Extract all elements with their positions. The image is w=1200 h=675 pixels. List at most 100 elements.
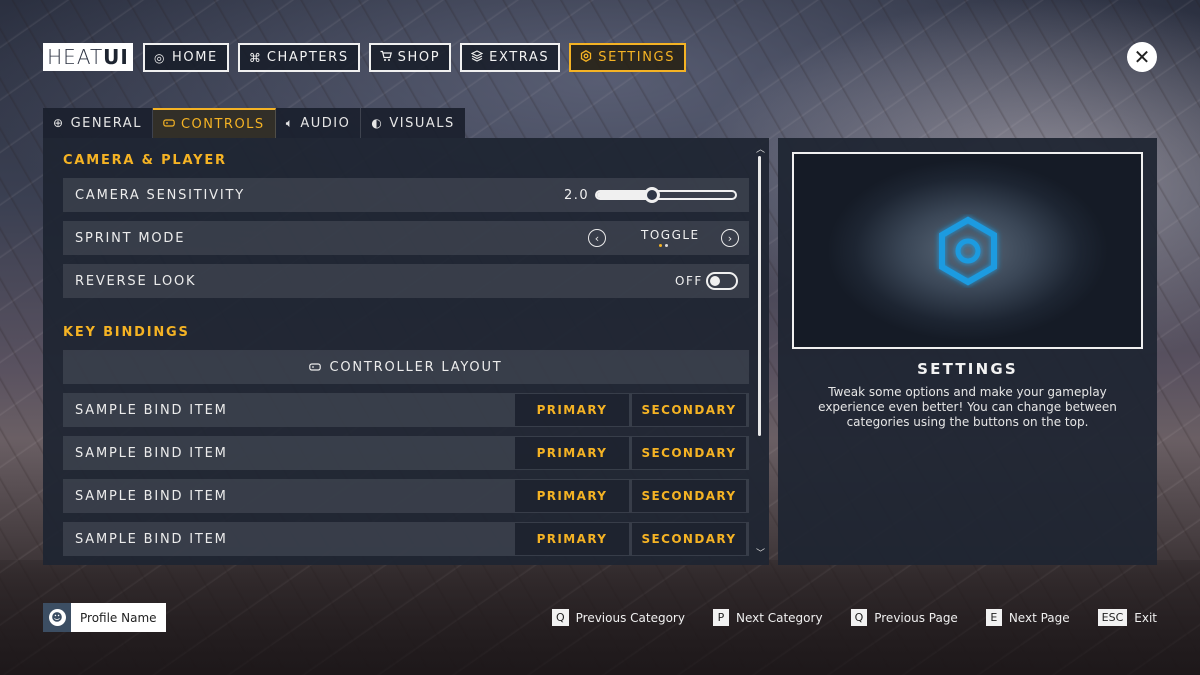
profile-name: Profile Name — [71, 603, 166, 632]
nav-chapters-label: CHAPTERS — [266, 50, 349, 65]
avatar: ☻ — [43, 603, 71, 632]
bind-item-label: SAMPLE BIND ITEM — [75, 445, 228, 461]
logo-text-ui: UI — [103, 45, 129, 69]
nav-home-button[interactable]: ◎ HOME — [143, 43, 229, 72]
top-nav: ◎ HOME ⌘ CHAPTERS SHOP EXTRAS SETTINGS — [143, 43, 687, 72]
key-badge: Q — [551, 609, 569, 626]
section-title-bindings: KEY BINDINGS — [63, 325, 190, 340]
bind-primary-button[interactable]: PRIMARY — [515, 437, 629, 469]
sprint-next-button[interactable]: › — [721, 229, 739, 247]
bind-item-label: SAMPLE BIND ITEM — [75, 531, 228, 547]
chevron-down-icon[interactable]: ﹀ — [756, 546, 765, 559]
smiley-icon: ☻ — [48, 609, 66, 626]
bind-secondary-button[interactable]: SECONDARY — [632, 523, 746, 555]
setting-row-camera-sensitivity: CAMERA SENSITIVITY 2.0 — [63, 178, 749, 212]
nav-extras-button[interactable]: EXTRAS — [460, 43, 561, 72]
hint-label: Previous Category — [575, 610, 685, 625]
chevron-right-icon: › — [727, 231, 733, 245]
reverse-look-label: REVERSE LOOK — [75, 273, 197, 289]
bind-secondary-button[interactable]: SECONDARY — [632, 394, 746, 426]
bind-primary-button[interactable]: PRIMARY — [515, 394, 629, 426]
camera-sensitivity-label: CAMERA SENSITIVITY — [75, 187, 245, 203]
slider-handle[interactable] — [644, 187, 661, 203]
controller-icon — [163, 117, 175, 131]
scrollbar-thumb[interactable] — [758, 156, 761, 436]
bind-row: SAMPLE BIND ITEM PRIMARY SECONDARY — [63, 436, 749, 470]
logo-text-heat: HEAT — [47, 45, 104, 69]
hint-label: Next Page — [1008, 610, 1070, 625]
bind-row: SAMPLE BIND ITEM PRIMARY SECONDARY — [63, 393, 749, 427]
tab-controls-label: CONTROLS — [180, 116, 265, 132]
hint-label: Previous Page — [874, 610, 958, 625]
setting-row-sprint-mode: SPRINT MODE ‹ TOGGLE › — [63, 221, 749, 255]
sprint-prev-button[interactable]: ‹ — [588, 229, 606, 247]
panel-scrollbar[interactable]: ︿ ﹀ — [756, 145, 765, 560]
home-icon: ◎ — [154, 50, 167, 65]
reverse-look-value: OFF — [675, 274, 703, 288]
profile-badge[interactable]: ☻ Profile Name — [43, 603, 166, 632]
tab-general-label: GENERAL — [70, 115, 142, 131]
tab-audio-label: AUDIO — [300, 115, 351, 131]
tab-visuals[interactable]: ◐ VISUALS — [361, 108, 464, 138]
tab-general[interactable]: ⊕ GENERAL — [43, 108, 153, 138]
info-panel: SETTINGS Tweak some options and make you… — [778, 138, 1157, 565]
controller-layout-label-wrap: CONTROLLER LAYOUT — [309, 360, 502, 375]
input-hints: Q Previous Category P Next Category Q Pr… — [551, 609, 1157, 626]
nav-shop-button[interactable]: SHOP — [368, 43, 452, 72]
setting-row-reverse-look: REVERSE LOOK OFF — [63, 264, 749, 298]
key-badge: ESC — [1097, 609, 1128, 626]
palette-icon: ◐ — [371, 116, 384, 130]
general-icon: ⊕ — [53, 116, 65, 130]
hint-next-category[interactable]: P Next Category — [712, 609, 823, 626]
hint-exit[interactable]: ESC Exit — [1097, 609, 1157, 626]
chevron-left-icon: ‹ — [594, 231, 600, 245]
camera-sensitivity-slider[interactable] — [595, 187, 737, 203]
bind-primary-button[interactable]: PRIMARY — [515, 523, 629, 555]
nav-extras-label: EXTRAS — [489, 50, 550, 65]
info-description: Tweak some options and make your gamepla… — [818, 385, 1117, 429]
speaker-icon: 🔈︎ — [285, 115, 295, 130]
key-badge: P — [712, 609, 729, 626]
hint-previous-page[interactable]: Q Previous Page — [850, 609, 958, 626]
controller-layout-button[interactable]: CONTROLLER LAYOUT — [63, 350, 749, 384]
settings-hex-icon — [938, 216, 997, 285]
bind-row: SAMPLE BIND ITEM PRIMARY SECONDARY — [63, 479, 749, 513]
close-icon: ✕ — [1133, 45, 1151, 69]
section-title-camera: CAMERA & PLAYER — [63, 153, 227, 168]
tab-controls[interactable]: CONTROLS — [152, 108, 276, 138]
bind-row: SAMPLE BIND ITEM PRIMARY SECONDARY — [63, 522, 749, 556]
hint-label: Exit — [1134, 610, 1157, 625]
category-preview — [792, 152, 1143, 349]
camera-sensitivity-value: 2.0 — [564, 188, 590, 203]
tab-audio[interactable]: 🔈︎ AUDIO — [276, 108, 362, 138]
nav-shop-label: SHOP — [397, 50, 441, 65]
nav-home-label: HOME — [172, 50, 218, 65]
nav-chapters-button[interactable]: ⌘ CHAPTERS — [237, 43, 360, 72]
bind-secondary-button[interactable]: SECONDARY — [632, 437, 746, 469]
bind-primary-button[interactable]: PRIMARY — [515, 480, 629, 512]
hint-next-page[interactable]: E Next Page — [985, 609, 1070, 626]
hint-previous-category[interactable]: Q Previous Category — [551, 609, 685, 626]
nav-settings-button[interactable]: SETTINGS — [569, 43, 687, 72]
key-badge: Q — [850, 609, 868, 626]
close-button[interactable]: ✕ — [1127, 42, 1157, 72]
reverse-look-toggle[interactable] — [706, 272, 738, 290]
bind-item-label: SAMPLE BIND ITEM — [75, 488, 228, 504]
key-badge: E — [985, 609, 1002, 626]
tab-visuals-label: VISUALS — [389, 115, 455, 131]
cart-icon — [380, 50, 392, 65]
controller-layout-label: CONTROLLER LAYOUT — [329, 359, 503, 375]
toggle-knob — [710, 276, 720, 286]
sprint-mode-label: SPRINT MODE — [75, 230, 186, 246]
settings-panel: CAMERA & PLAYER CAMERA SENSITIVITY 2.0 S… — [43, 138, 769, 565]
app-logo: HEAT UI — [43, 43, 133, 71]
chevron-up-icon[interactable]: ︿ — [756, 142, 765, 155]
sprint-mode-value: TOGGLE — [641, 228, 700, 242]
gear-icon — [580, 50, 592, 65]
hint-label: Next Category — [735, 610, 823, 625]
option-dot — [659, 244, 662, 247]
bind-secondary-button[interactable]: SECONDARY — [632, 480, 746, 512]
bind-item-label: SAMPLE BIND ITEM — [75, 402, 228, 418]
layers-icon — [470, 50, 484, 65]
sprint-option-indicator — [659, 244, 668, 247]
